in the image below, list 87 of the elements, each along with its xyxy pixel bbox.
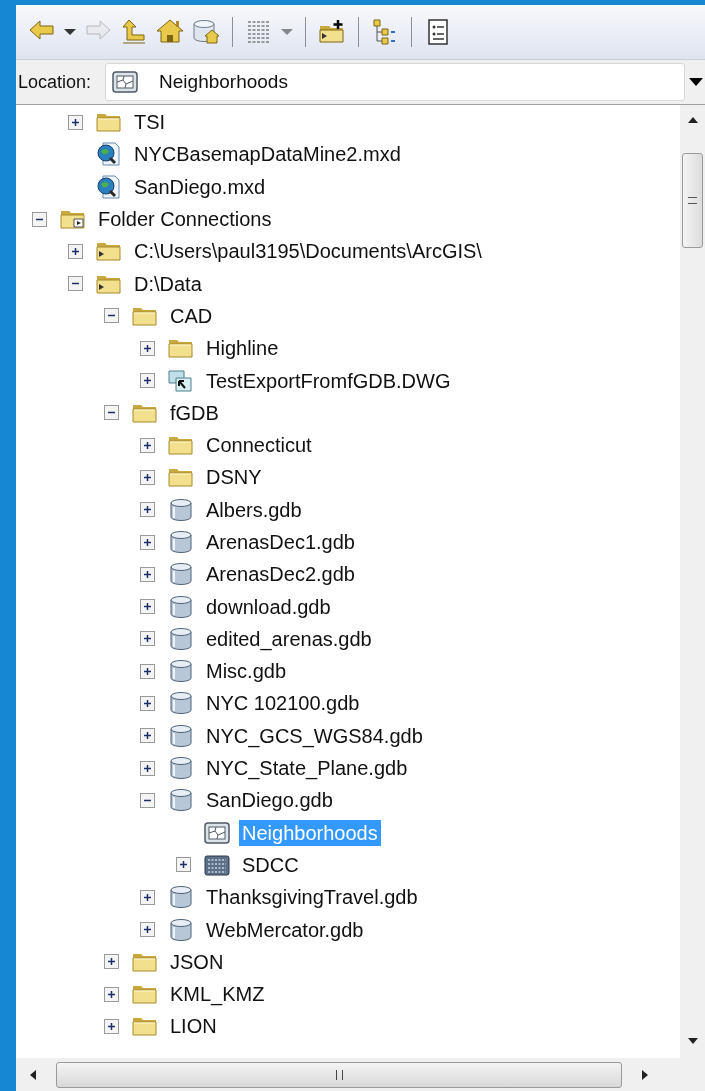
scroll-right-icon[interactable] xyxy=(642,1069,648,1080)
tree-item[interactable]: download.gdb xyxy=(203,593,334,620)
expand-icon[interactable] xyxy=(140,889,155,905)
expand-icon[interactable] xyxy=(140,340,155,356)
vertical-scrollbar[interactable] xyxy=(680,105,705,1058)
tree-item[interactable]: Highline xyxy=(203,335,282,362)
caret-icon xyxy=(64,29,76,35)
globe-document-icon xyxy=(96,174,122,199)
tree-item[interactable]: TSI xyxy=(131,109,169,136)
home-icon xyxy=(156,18,184,46)
expand-icon[interactable] xyxy=(104,986,119,1002)
expand-icon[interactable] xyxy=(176,857,191,873)
tree-item[interactable]: Albers.gdb xyxy=(203,496,305,523)
expand-icon[interactable] xyxy=(140,502,155,518)
location-label: Location: xyxy=(18,71,92,93)
expand-icon[interactable] xyxy=(140,663,155,679)
tree-item[interactable]: JSON xyxy=(167,948,227,975)
expand-icon[interactable] xyxy=(140,760,155,776)
tree-item[interactable]: NYC_State_Plane.gdb xyxy=(203,755,411,782)
expand-icon[interactable] xyxy=(140,922,155,938)
tree-item[interactable]: ThanksgivingTravel.gdb xyxy=(203,884,421,911)
tree-item[interactable]: fGDB xyxy=(167,399,222,426)
collapse-icon[interactable] xyxy=(68,276,83,292)
tree-item[interactable]: CAD xyxy=(167,302,216,329)
scroll-up-icon[interactable] xyxy=(687,117,698,123)
collapse-icon[interactable] xyxy=(32,211,47,227)
database-icon xyxy=(168,788,194,813)
expand-icon[interactable] xyxy=(140,534,155,550)
tree-item[interactable]: C:\Users\paul3195\Documents\ArcGIS\ xyxy=(131,238,485,265)
scroll-left-icon[interactable] xyxy=(30,1069,36,1080)
expand-icon[interactable] xyxy=(104,954,119,970)
expand-icon[interactable] xyxy=(140,469,155,485)
tree-item[interactable]: NYCBasemapDataMine2.mxd xyxy=(131,141,404,168)
tree-item[interactable]: KML_KMZ xyxy=(167,981,268,1008)
collapse-icon[interactable] xyxy=(140,792,155,808)
expand-icon[interactable] xyxy=(140,696,155,711)
caret-button[interactable] xyxy=(62,27,78,37)
tree-item[interactable]: WebMercator.gdb xyxy=(203,916,367,943)
scroll-down-icon[interactable] xyxy=(687,1038,698,1044)
tree-item[interactable]: Connecticut xyxy=(203,432,315,459)
add-folder-icon xyxy=(318,18,346,46)
database-icon xyxy=(168,917,194,942)
up-arrow-icon xyxy=(120,18,148,46)
tree-item[interactable]: NYC 102100.gdb xyxy=(203,690,363,717)
tree-item[interactable]: SanDiego.mxd xyxy=(131,173,269,200)
tree-item[interactable]: SDCC xyxy=(239,851,302,878)
globe-document-icon xyxy=(96,142,122,167)
cad-drawing-icon xyxy=(168,368,194,393)
database-icon xyxy=(168,885,194,910)
tree-item[interactable]: Folder Connections xyxy=(95,206,275,233)
tree-item[interactable]: Misc.gdb xyxy=(203,658,290,685)
caret-icon xyxy=(281,29,293,35)
expand-icon[interactable] xyxy=(140,437,155,453)
tree-item[interactable]: NYC_GCS_WGS84.gdb xyxy=(203,722,426,749)
expand-icon[interactable] xyxy=(140,631,155,647)
collapse-icon[interactable] xyxy=(104,405,119,421)
tree-item[interactable]: ArenasDec1.gdb xyxy=(203,529,358,555)
expand-icon[interactable] xyxy=(140,373,155,388)
tree-item[interactable]: edited_arenas.gdb xyxy=(203,625,375,652)
grid-icon xyxy=(204,852,230,877)
database-icon xyxy=(168,756,194,781)
database-icon xyxy=(168,497,194,522)
database-icon xyxy=(168,659,194,684)
expand-icon[interactable] xyxy=(68,243,83,259)
tree-item[interactable]: TestExportFromfGDB.DWG xyxy=(203,367,454,394)
database-icon xyxy=(168,562,194,587)
tree-item[interactable]: SanDiego.gdb xyxy=(203,787,336,814)
polygon-layer-icon xyxy=(112,70,139,94)
expand-icon[interactable] xyxy=(68,114,83,130)
database-icon xyxy=(168,594,194,619)
database-icon xyxy=(168,691,194,716)
expand-icon[interactable] xyxy=(140,728,155,744)
database-icon xyxy=(168,723,194,748)
polygon-layer-icon xyxy=(204,820,230,845)
tree-item[interactable]: D:\Data xyxy=(131,270,205,297)
location-field[interactable]: Neighborhoods xyxy=(105,63,685,101)
database-icon xyxy=(168,530,194,554)
tree-item[interactable]: ArenasDec2.gdb xyxy=(203,561,358,588)
expand-icon[interactable] xyxy=(140,566,155,582)
database-home-icon xyxy=(192,18,220,46)
collapse-icon[interactable] xyxy=(104,308,119,324)
dropdown-caret-icon[interactable] xyxy=(689,78,703,86)
tree-item[interactable]: LION xyxy=(167,1013,220,1040)
tree-item[interactable]: DSNY xyxy=(203,464,265,491)
expand-icon[interactable] xyxy=(140,599,155,615)
expand-icon[interactable] xyxy=(104,1018,119,1034)
database-icon xyxy=(168,626,194,651)
